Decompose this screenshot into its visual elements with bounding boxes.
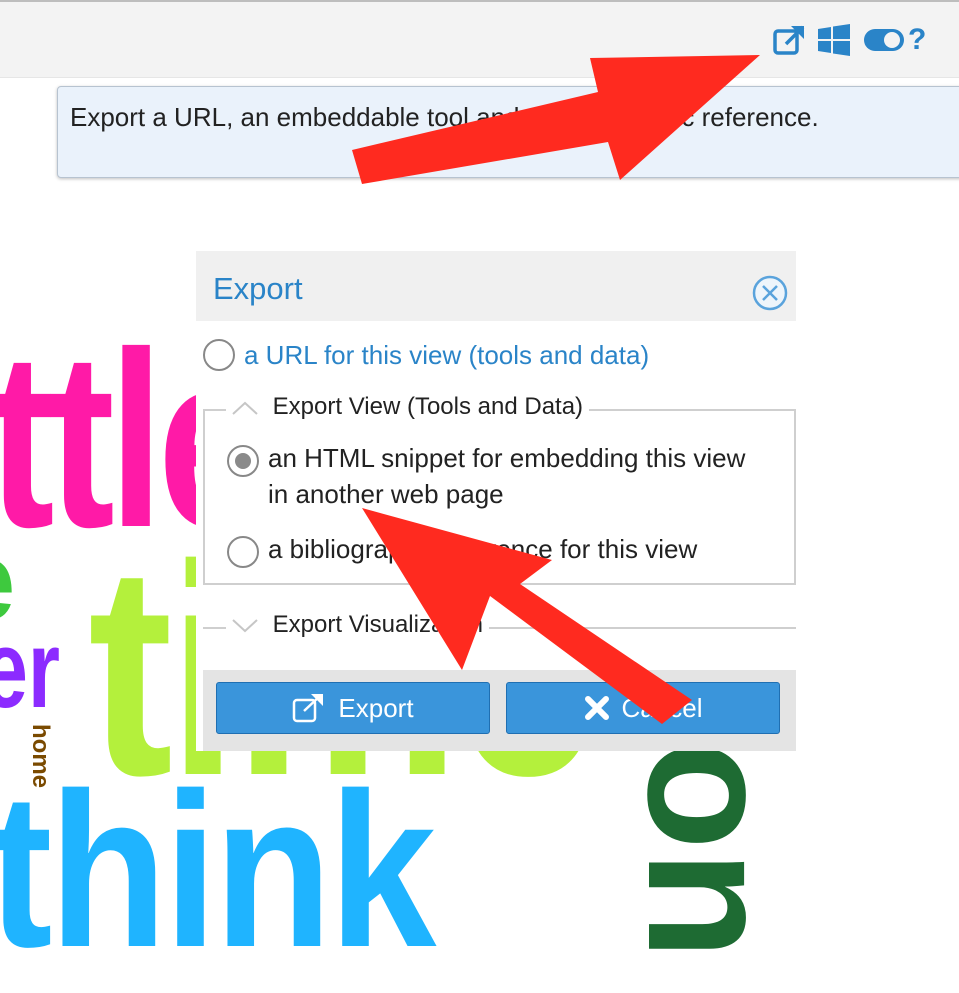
option-url-label[interactable]: a URL for this view (tools and data): [244, 337, 649, 373]
radio-bibliographic[interactable]: [227, 536, 259, 568]
export-icon[interactable]: [772, 22, 808, 58]
word-cloud-word: on: [610, 740, 811, 960]
export-dialog: Export a URL for this view (tools and da…: [196, 251, 796, 751]
toggle-icon[interactable]: [863, 22, 905, 58]
dialog-header: Export: [196, 251, 796, 321]
cancel-button[interactable]: Cancel: [506, 682, 780, 734]
word-cloud-word: er: [0, 608, 60, 731]
export-tooltip: Export a URL, an embeddable tool and a b…: [57, 86, 959, 178]
radio-html-snippet[interactable]: [227, 445, 259, 477]
dialog-title: Export: [213, 271, 303, 306]
export-button-label: Export: [338, 692, 414, 723]
option-html-label[interactable]: an HTML snippet for embedding this view …: [268, 440, 768, 512]
tooltip-text: Export a URL, an embeddable tool and a b…: [70, 102, 819, 132]
export-visualization-legend[interactable]: Export Visualization: [226, 611, 490, 639]
export-icon: [292, 692, 326, 724]
export-view-section: an HTML snippet for embedding this view …: [203, 409, 796, 585]
help-icon[interactable]: ?: [908, 22, 926, 58]
top-toolbar: ?: [0, 0, 959, 78]
export-visualization-legend-label: Export Visualization: [272, 611, 484, 638]
export-button[interactable]: Export: [216, 682, 490, 734]
close-icon: [584, 695, 610, 721]
option-biblio-label[interactable]: a bibliographic reference for this view: [268, 531, 697, 567]
windows-icon[interactable]: [816, 22, 852, 58]
cancel-button-label: Cancel: [621, 692, 703, 723]
radio-url[interactable]: [203, 339, 235, 371]
export-view-legend-label: Export View (Tools and Data): [272, 393, 584, 420]
chevron-down-icon: [232, 618, 258, 633]
dialog-button-bar: Export Cancel: [203, 670, 796, 751]
word-cloud-word: think: [0, 747, 436, 993]
export-view-legend[interactable]: Export View (Tools and Data): [226, 393, 590, 421]
close-icon[interactable]: [751, 274, 789, 312]
chevron-up-icon: [232, 401, 258, 415]
